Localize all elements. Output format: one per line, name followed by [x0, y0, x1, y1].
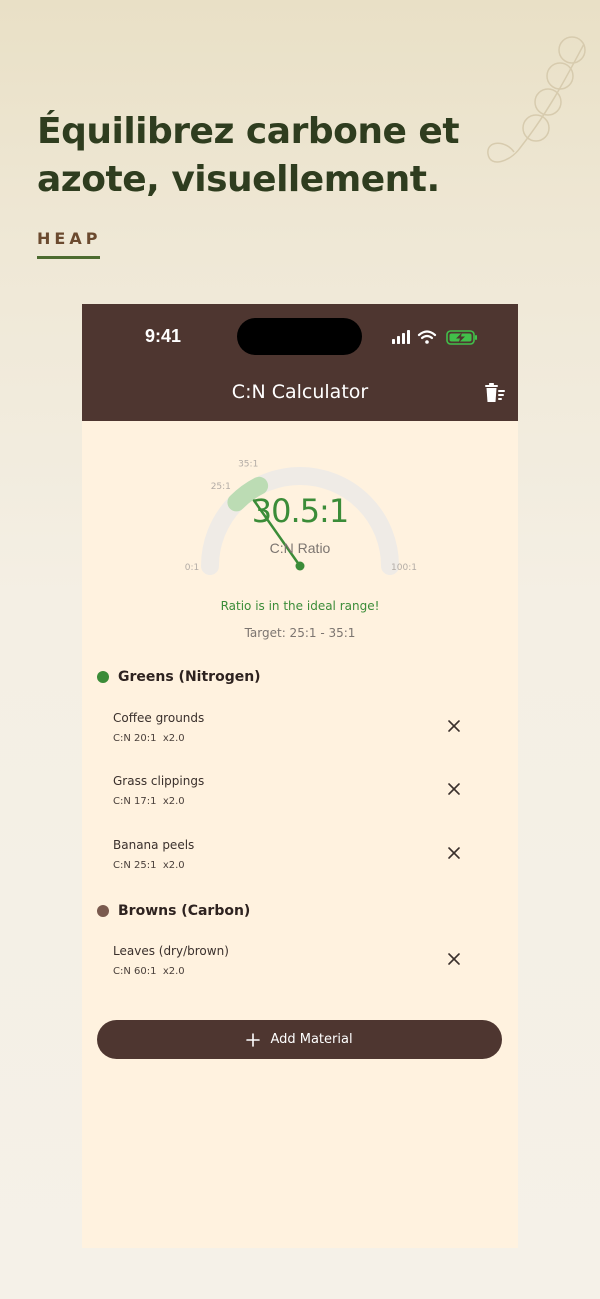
gauge-pivot: [295, 561, 305, 571]
material-name: Banana peels: [113, 838, 195, 852]
material-meta: C:N 20:1 x2.0: [113, 733, 185, 744]
phone-screen: 9:41 C:N Calculator 0:1 100:1 25:1 35:1 …: [82, 304, 518, 1248]
material-meta: C:N 60:1 x2.0: [113, 966, 185, 977]
material-meta: C:N 25:1 x2.0: [113, 860, 185, 871]
status-time: 9:41: [145, 326, 182, 346]
material-item: Coffee grounds C:N 20:1 x2.0: [113, 711, 473, 751]
material-item: Banana peels C:N 25:1 x2.0: [113, 838, 473, 878]
battery-charging-icon: [446, 330, 477, 345]
remove-item-button[interactable]: [444, 779, 464, 799]
target-range: Target: 25:1 - 35:1: [244, 626, 356, 640]
brand-label: HEAP: [37, 229, 102, 248]
remove-item-button[interactable]: [444, 716, 464, 736]
wifi-icon: [417, 330, 437, 344]
browns-dot: [97, 905, 109, 917]
section-title-greens: Greens (Nitrogen): [118, 669, 261, 685]
close-icon: [448, 847, 460, 859]
add-material-label: Add Material: [270, 1032, 353, 1047]
trash-icon[interactable]: [484, 382, 506, 404]
status-icons: [392, 330, 477, 345]
cellular-signal-icon: [392, 330, 410, 344]
material-name: Leaves (dry/brown): [113, 944, 229, 958]
top-bar: 9:41 C:N Calculator: [82, 304, 518, 421]
ratio-value: 30.5:1: [251, 492, 349, 530]
material-name: Coffee grounds: [113, 711, 205, 725]
material-meta: C:N 17:1 x2.0: [113, 796, 185, 807]
dynamic-island: [237, 318, 362, 355]
section-title-browns: Browns (Carbon): [118, 903, 251, 919]
gauge-max-label: 100:1: [391, 563, 417, 573]
remove-item-button[interactable]: [444, 843, 464, 863]
gauge-min-label: 0:1: [185, 563, 199, 573]
greens-dot: [97, 671, 109, 683]
brand-underline: [37, 256, 100, 259]
gauge-ideal-end-label: 35:1: [238, 459, 258, 469]
add-material-button[interactable]: Add Material: [97, 1020, 502, 1059]
ratio-caption: C:N Ratio: [269, 540, 331, 556]
close-icon: [448, 953, 460, 965]
plus-icon: [246, 1032, 261, 1047]
material-name: Grass clippings: [113, 774, 205, 788]
headline: Équilibrez carbone et azote, visuellemen…: [37, 111, 460, 200]
nav-title: C:N Calculator: [231, 381, 369, 403]
section-header-browns: Browns (Carbon): [97, 900, 250, 922]
section-header-greens: Greens (Nitrogen): [97, 666, 261, 688]
remove-item-button[interactable]: [444, 949, 464, 969]
material-item: Leaves (dry/brown) C:N 60:1 x2.0: [113, 944, 473, 984]
ratio-status-message: Ratio is in the ideal range!: [220, 599, 380, 613]
close-icon: [448, 783, 460, 795]
close-icon: [448, 720, 460, 732]
gauge-ideal-start-label: 25:1: [211, 482, 231, 492]
material-item: Grass clippings C:N 17:1 x2.0: [113, 774, 473, 814]
